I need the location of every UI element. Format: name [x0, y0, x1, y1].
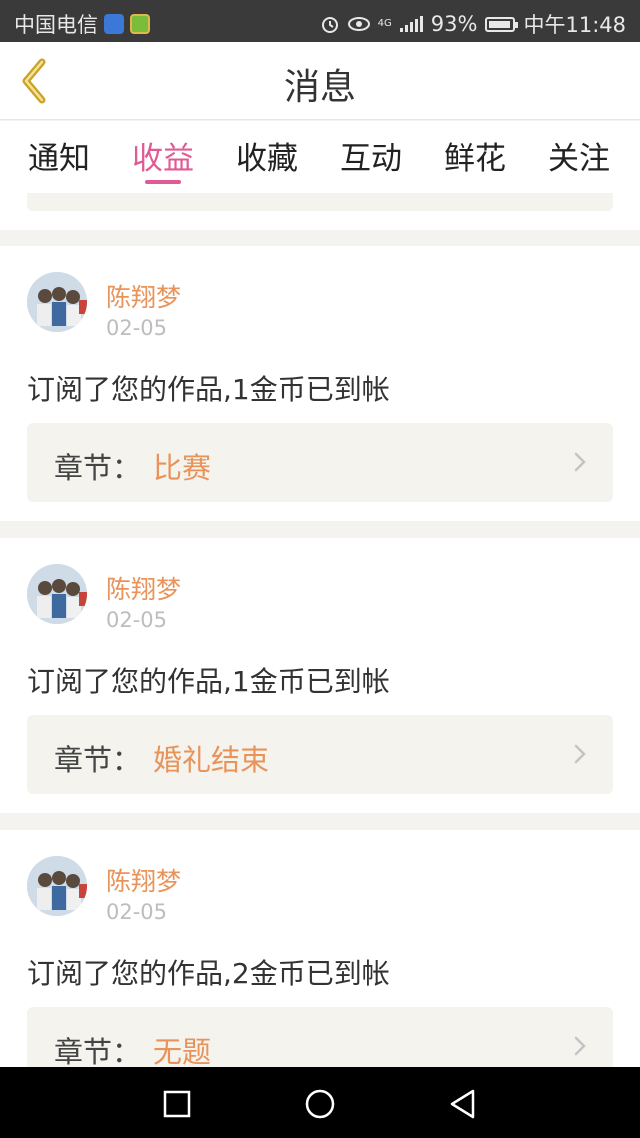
previous-card-edge — [0, 193, 640, 230]
user-name[interactable]: 陈翔梦 — [106, 278, 181, 314]
chevron-right-icon — [574, 744, 586, 764]
chapter-link[interactable]: 章节： 婚礼结束 — [27, 715, 613, 794]
chapter-label: 章节： — [54, 743, 142, 777]
chapter-title: 无题 — [153, 1035, 212, 1067]
tab-notifications[interactable]: 通知 — [14, 133, 104, 178]
message-date: 02-05 — [106, 608, 168, 632]
page-title: 消息 — [283, 67, 356, 108]
avatar[interactable] — [27, 272, 87, 332]
alarm-icon — [321, 17, 338, 33]
status-bar: 中国电信 4G 93% 中午11:48 — [0, 0, 640, 42]
message-card: 陈翔梦 02-05 订阅了您的作品,1金币已到帐 章节： 婚礼结束 — [0, 538, 640, 813]
active-tab-indicator — [145, 180, 181, 184]
tab-bar: 通知 收益 收藏 互动 鲜花 关注 — [0, 121, 640, 193]
carrier-label: 中国电信 — [14, 13, 98, 37]
tab-interactions[interactable]: 互动 — [326, 133, 416, 178]
chapter-link[interactable]: 章节： 无题 — [27, 1007, 613, 1067]
message-feed[interactable]: 陈翔梦 02-05 订阅了您的作品,1金币已到帐 章节： 比赛 陈翔梦 02-0… — [0, 193, 640, 1067]
battery-icon — [485, 16, 519, 32]
chevron-right-icon — [574, 452, 586, 472]
battery-percent: 93% — [430, 12, 478, 36]
tab-flowers[interactable]: 鲜花 — [430, 133, 520, 178]
clock: 中午11:48 — [523, 13, 626, 37]
message-text: 订阅了您的作品,1金币已到帐 — [27, 665, 390, 698]
square-icon[interactable] — [160, 1087, 194, 1121]
message-date: 02-05 — [106, 316, 168, 340]
message-card: 陈翔梦 02-05 订阅了您的作品,2金币已到帐 章节： 无题 — [0, 830, 640, 1067]
triangle-back-icon[interactable] — [446, 1087, 480, 1121]
circle-icon[interactable] — [303, 1087, 337, 1121]
message-card: 陈翔梦 02-05 订阅了您的作品,1金币已到帐 章节： 比赛 — [0, 246, 640, 521]
message-date: 02-05 — [106, 900, 168, 924]
system-nav-bar — [0, 1067, 640, 1138]
shield-app-icon — [104, 14, 124, 34]
chapter-label: 章节： — [54, 1035, 142, 1067]
message-text: 订阅了您的作品,1金币已到帐 — [27, 373, 390, 406]
game-app-icon — [130, 14, 150, 34]
network-label: 4G — [377, 18, 392, 29]
chapter-title: 婚礼结束 — [153, 743, 270, 777]
app-header: 消息 — [0, 42, 640, 120]
avatar[interactable] — [27, 564, 87, 624]
chapter-label: 章节： — [54, 451, 142, 485]
tab-favorites[interactable]: 收藏 — [222, 133, 312, 178]
chevron-right-icon — [574, 1036, 586, 1056]
signal-icon — [399, 16, 423, 32]
tab-earnings[interactable]: 收益 — [118, 133, 208, 178]
avatar[interactable] — [27, 856, 87, 916]
user-name[interactable]: 陈翔梦 — [106, 862, 181, 898]
chapter-title: 比赛 — [153, 451, 212, 485]
chapter-link[interactable]: 章节： 比赛 — [27, 423, 613, 502]
message-text: 订阅了您的作品,2金币已到帐 — [27, 957, 390, 990]
eye-icon — [347, 17, 370, 31]
user-name[interactable]: 陈翔梦 — [106, 570, 181, 606]
tab-following[interactable]: 关注 — [534, 133, 624, 178]
